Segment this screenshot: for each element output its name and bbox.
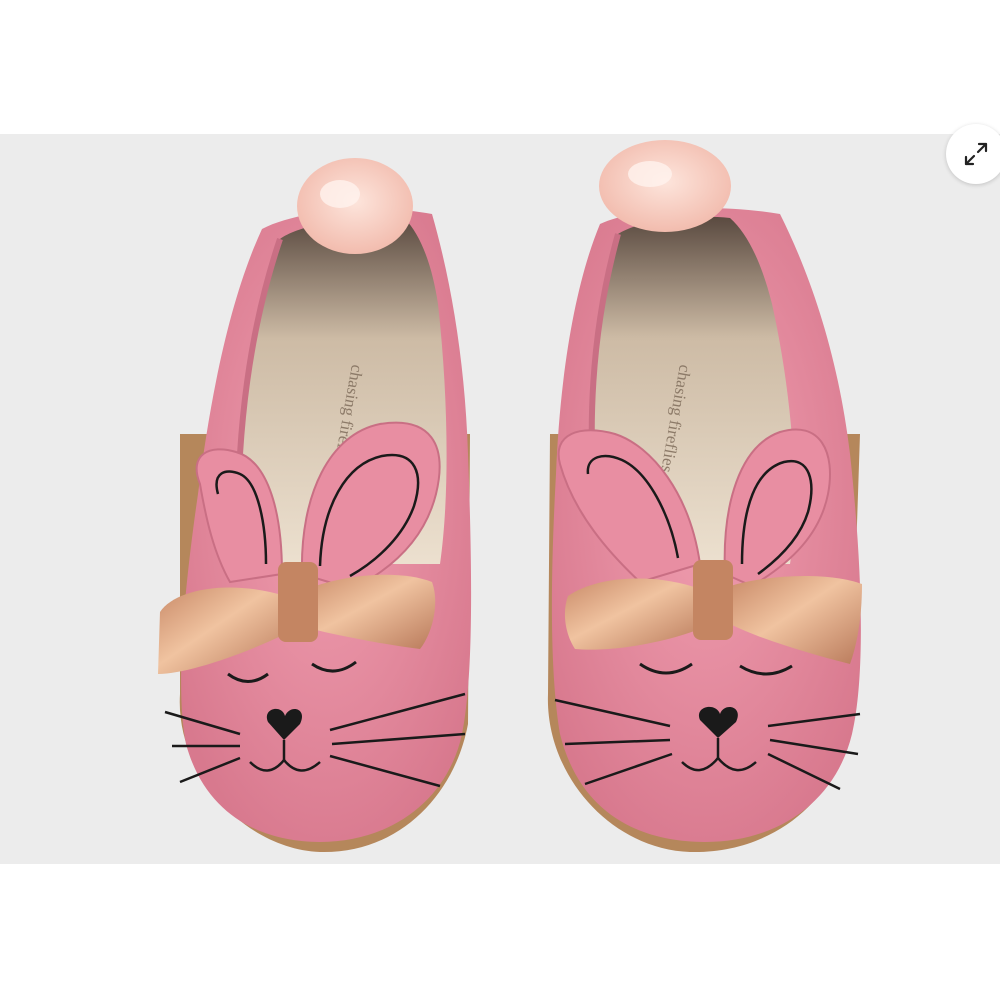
expand-button[interactable] bbox=[946, 124, 1000, 184]
left-shoe: chasing fireflies bbox=[158, 158, 472, 853]
product-photo[interactable]: chasing fireflies chasing fireflies bbox=[0, 134, 1000, 864]
bunny-shoes-image: chasing fireflies chasing fireflies bbox=[158, 140, 862, 853]
image-viewer: chasing fireflies chasing fireflies bbox=[0, 0, 1000, 1000]
right-shoe: chasing fireflies bbox=[547, 140, 862, 853]
expand-arrows-icon bbox=[964, 142, 988, 166]
